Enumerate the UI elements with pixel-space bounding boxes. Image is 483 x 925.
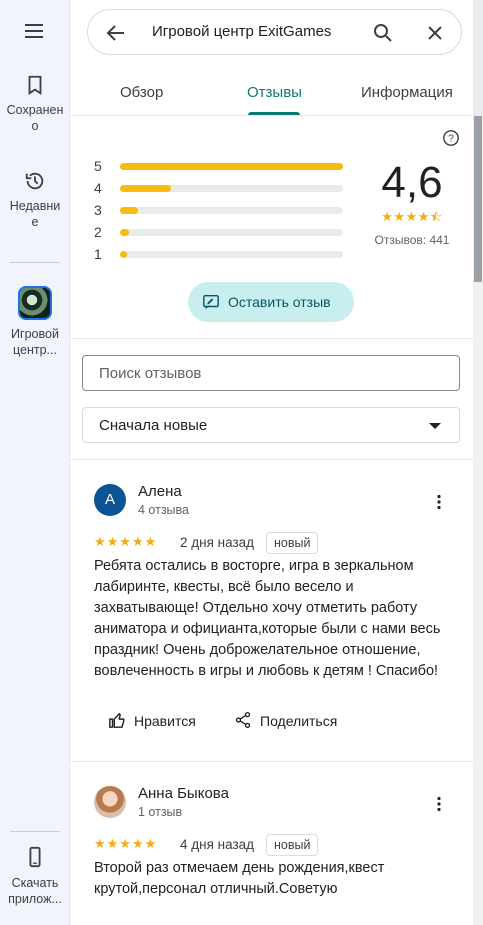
rail-download-label: Скачать прилож... bbox=[8, 876, 62, 906]
rating-row-5: 5 bbox=[94, 158, 354, 174]
search-query[interactable]: Игровой центр ExitGames bbox=[152, 23, 331, 40]
avatar[interactable] bbox=[94, 786, 126, 818]
divider bbox=[70, 761, 473, 762]
rating-summary: 4,6 ★★★★⯪ Отзывов: 441 bbox=[367, 158, 457, 248]
more-vert-icon[interactable] bbox=[432, 494, 446, 510]
scrollbar[interactable] bbox=[473, 116, 483, 925]
rating-bar-fill bbox=[120, 251, 127, 258]
reviewer-review-count: 1 отзыв bbox=[138, 805, 183, 819]
avatar[interactable]: A bbox=[94, 484, 126, 516]
rating-row-label: 3 bbox=[94, 202, 102, 218]
search-box[interactable]: Игровой центр ExitGames bbox=[87, 9, 462, 55]
scrollbar-thumb[interactable] bbox=[474, 116, 482, 282]
tab-reviews[interactable]: Отзывы bbox=[247, 84, 302, 101]
rating-bar-track bbox=[120, 229, 343, 236]
new-badge: новый bbox=[266, 532, 319, 554]
arrow-back-icon[interactable] bbox=[104, 21, 128, 45]
dropdown-arrow-icon bbox=[429, 423, 441, 429]
rail-saved-label: Сохранено bbox=[6, 103, 64, 133]
rating-row-2: 2 bbox=[94, 224, 354, 240]
review-stars: ★★★★★ bbox=[94, 836, 158, 851]
share-icon bbox=[235, 711, 251, 729]
search-icon[interactable] bbox=[371, 21, 395, 45]
rating-bar-fill bbox=[120, 163, 343, 170]
active-tab-indicator bbox=[248, 112, 300, 115]
rating-bar-fill bbox=[120, 229, 129, 236]
review-date: 2 дня назад bbox=[180, 535, 255, 550]
new-badge: новый bbox=[266, 834, 319, 856]
divider bbox=[70, 459, 473, 460]
rail-recent-label: Недавние bbox=[9, 199, 61, 229]
sort-select[interactable]: Сначала новые bbox=[82, 407, 460, 443]
rating-stars: ★★★★⯪ bbox=[381, 209, 443, 224]
average-rating: 4,6 bbox=[381, 158, 443, 207]
rating-bar-fill bbox=[120, 185, 172, 192]
thumb-up-icon bbox=[109, 712, 125, 728]
review-date: 4 дня назад bbox=[180, 837, 255, 852]
rating-bar-track bbox=[120, 251, 343, 258]
rail-download-app[interactable]: Скачать прилож... bbox=[0, 845, 70, 907]
rail-place-label: Игровой центр... bbox=[11, 327, 59, 357]
tab-overview[interactable]: Обзор bbox=[120, 84, 163, 101]
place-thumbnail bbox=[18, 286, 52, 320]
rating-row-label: 4 bbox=[94, 180, 102, 196]
menu-icon[interactable] bbox=[21, 20, 47, 42]
reviewer-name[interactable]: Анна Быкова bbox=[138, 785, 229, 802]
rating-row-label: 2 bbox=[94, 224, 102, 240]
reviewer-name[interactable]: Алена bbox=[138, 483, 182, 500]
rating-row-label: 5 bbox=[94, 158, 102, 174]
sort-label: Сначала новые bbox=[99, 417, 208, 434]
phone-icon bbox=[29, 846, 41, 868]
rate-review-icon bbox=[203, 294, 219, 310]
share-label: Поделиться bbox=[260, 713, 338, 729]
svg-text:?: ? bbox=[448, 134, 454, 145]
tab-bar: Обзор Отзывы Информация bbox=[70, 72, 473, 116]
rating-row-label: 1 bbox=[94, 246, 102, 262]
map-edge bbox=[473, 0, 483, 116]
write-review-label: Оставить отзыв bbox=[228, 294, 331, 310]
rating-row-1: 1 bbox=[94, 246, 354, 262]
tab-about[interactable]: Информация bbox=[361, 84, 453, 101]
rating-bar-fill bbox=[120, 207, 138, 214]
rail-divider bbox=[10, 831, 60, 832]
rating-bar-track bbox=[120, 207, 343, 214]
side-rail: Сохранено Недавние Игровой центр... Скач… bbox=[0, 0, 70, 925]
more-vert-icon[interactable] bbox=[432, 796, 446, 812]
rating-bar-track bbox=[120, 163, 343, 170]
review-text: Второй раз отмечаем день рождения,квест … bbox=[94, 860, 385, 897]
review-search-input[interactable]: Поиск отзывов bbox=[82, 355, 460, 391]
rail-place[interactable]: Игровой центр... bbox=[0, 286, 70, 358]
rating-row-4: 4 bbox=[94, 180, 354, 196]
review-search-placeholder: Поиск отзывов bbox=[99, 365, 202, 382]
help-icon[interactable]: ? bbox=[442, 129, 460, 147]
close-icon[interactable] bbox=[423, 21, 447, 45]
rating-row-3: 3 bbox=[94, 202, 354, 218]
bookmark-icon bbox=[28, 75, 42, 95]
review-text: Ребята остались в восторге, игра в зерка… bbox=[94, 558, 441, 679]
review-stars: ★★★★★ bbox=[94, 534, 158, 549]
divider bbox=[70, 338, 473, 339]
reviewer-review-count: 4 отзыва bbox=[138, 503, 189, 517]
place-panel: Игровой центр ExitGames Обзор Отзывы Инф… bbox=[70, 0, 473, 925]
history-icon bbox=[25, 172, 44, 190]
rail-recent[interactable]: Недавние bbox=[0, 170, 70, 230]
write-review-button[interactable]: Оставить отзыв bbox=[188, 282, 354, 322]
rating-bar-track bbox=[120, 185, 343, 192]
like-label: Нравится bbox=[134, 713, 196, 729]
rail-divider bbox=[10, 262, 60, 263]
rail-saved[interactable]: Сохранено bbox=[0, 74, 70, 134]
review-count[interactable]: Отзывов: 441 bbox=[367, 233, 457, 247]
